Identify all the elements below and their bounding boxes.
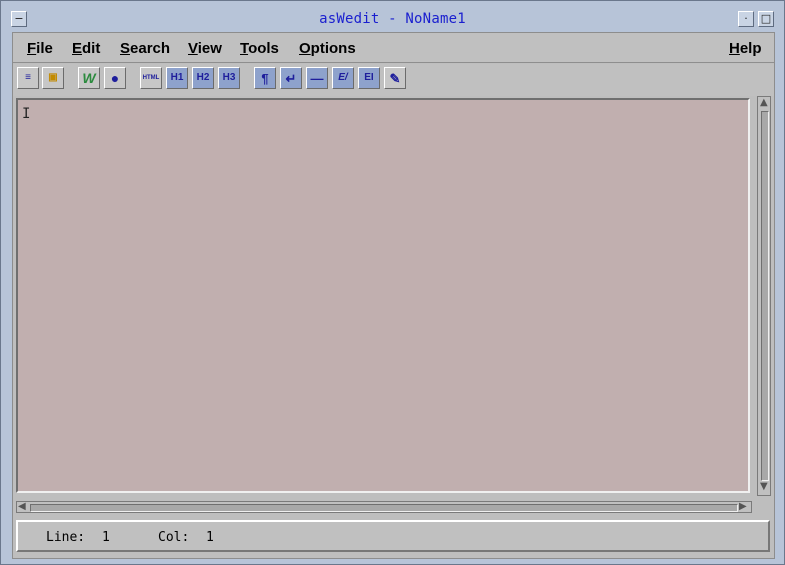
menu-edit[interactable]: Edit bbox=[72, 40, 100, 57]
main-client-area: File Edit Search View Tools Options Help… bbox=[12, 32, 775, 559]
heading2-button[interactable]: H2 bbox=[192, 67, 214, 89]
horizontal-rule-button[interactable]: — bbox=[306, 67, 328, 89]
menu-search[interactable]: Search bbox=[120, 40, 170, 57]
menu-view[interactable]: View bbox=[188, 40, 222, 57]
maximize-icon: □ bbox=[760, 12, 772, 25]
horizontal-scroll-trough[interactable] bbox=[30, 504, 738, 512]
horizontal-scrollbar[interactable]: ◀ ▶ bbox=[16, 501, 752, 513]
link-button[interactable]: ✎ bbox=[384, 67, 406, 89]
line-label: Line: bbox=[46, 530, 86, 545]
horizontal-rule-icon: — bbox=[310, 70, 324, 86]
paragraph-button[interactable]: ¶ bbox=[254, 67, 276, 89]
menu-file[interactable]: File bbox=[27, 40, 53, 57]
heading2-icon: H2 bbox=[196, 72, 210, 83]
strong-button[interactable]: EI bbox=[358, 67, 380, 89]
menu-options[interactable]: Options bbox=[299, 40, 356, 57]
toolbar: ≡ ▣ W ● HTML H1 H2 H3 ¶ ↵ — E/ EI ✎ bbox=[13, 64, 774, 96]
line-break-button[interactable]: ↵ bbox=[280, 67, 302, 89]
heading1-icon: H1 bbox=[170, 72, 184, 83]
minimize-icon: · bbox=[744, 12, 748, 25]
col-label: Col: bbox=[158, 530, 190, 545]
maximize-button[interactable]: □ bbox=[758, 11, 774, 27]
line-break-icon: ↵ bbox=[285, 70, 297, 86]
heading3-icon: H3 bbox=[222, 72, 236, 83]
scroll-left-icon[interactable]: ◀ bbox=[18, 502, 26, 512]
preview-globe-icon: ● bbox=[110, 70, 120, 86]
menu-bar: File Edit Search View Tools Options Help bbox=[13, 33, 774, 63]
wrap-w-icon: W bbox=[82, 70, 96, 86]
text-editor-area[interactable]: I bbox=[16, 98, 750, 493]
new-file-button[interactable]: ≡ bbox=[17, 67, 39, 89]
line-value: 1 bbox=[102, 530, 110, 545]
preview-button[interactable]: ● bbox=[104, 67, 126, 89]
emphasis-button[interactable]: E/ bbox=[332, 67, 354, 89]
link-pen-icon: ✎ bbox=[389, 70, 401, 86]
col-value: 1 bbox=[206, 530, 214, 545]
emphasis-icon: E/ bbox=[338, 72, 348, 83]
heading3-button[interactable]: H3 bbox=[218, 67, 240, 89]
menu-tools[interactable]: Tools bbox=[240, 40, 279, 57]
app-window: − asWedit - NoName1 · □ File Edit Search… bbox=[0, 0, 785, 565]
heading1-button[interactable]: H1 bbox=[166, 67, 188, 89]
scroll-right-icon[interactable]: ▶ bbox=[739, 502, 747, 512]
save-icon: ▣ bbox=[48, 72, 58, 83]
window-title: asWedit - NoName1 bbox=[319, 11, 466, 27]
scroll-up-icon[interactable]: ▲ bbox=[760, 98, 768, 108]
text-cursor-icon: I bbox=[22, 106, 31, 122]
minimize-button[interactable]: · bbox=[738, 11, 754, 27]
status-bar: Line: 1 Col: 1 bbox=[16, 520, 770, 552]
paragraph-icon: ¶ bbox=[261, 70, 269, 86]
menu-help[interactable]: Help bbox=[729, 40, 762, 57]
vertical-scroll-trough[interactable] bbox=[761, 111, 769, 481]
html-button[interactable]: HTML bbox=[140, 67, 162, 89]
vertical-scrollbar[interactable]: ▲ ▼ bbox=[757, 96, 771, 496]
scroll-down-icon[interactable]: ▼ bbox=[760, 482, 768, 492]
html-doc-icon: HTML bbox=[142, 75, 160, 81]
new-file-icon: ≡ bbox=[25, 72, 31, 83]
strong-icon: EI bbox=[364, 72, 374, 83]
save-button[interactable]: ▣ bbox=[42, 67, 64, 89]
title-bar[interactable]: − asWedit - NoName1 · □ bbox=[5, 7, 780, 31]
wrap-button[interactable]: W bbox=[78, 67, 100, 89]
